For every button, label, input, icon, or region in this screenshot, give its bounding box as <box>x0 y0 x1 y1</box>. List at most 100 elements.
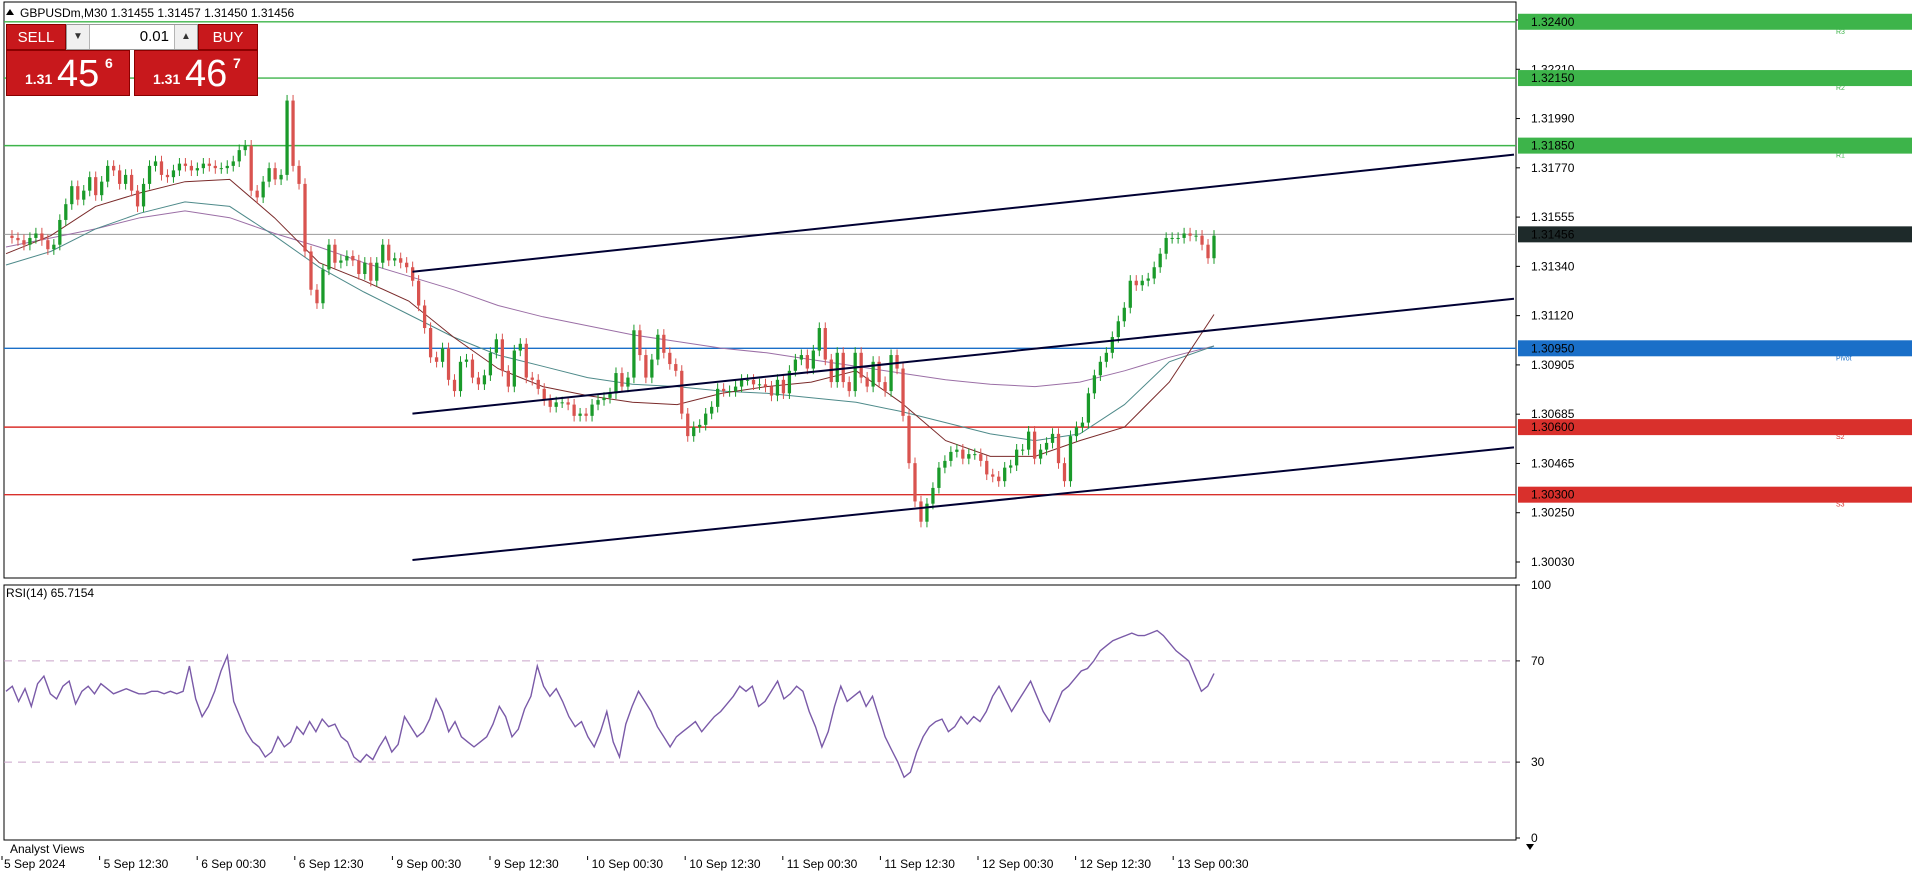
candle-body <box>566 402 570 405</box>
candle-body <box>680 370 684 414</box>
candle-body <box>1164 237 1168 254</box>
lot-size-field[interactable]: ▼ 0.01 ▲ <box>66 24 198 50</box>
candle-body <box>1050 433 1055 443</box>
sell-price-prefix: 1.31 <box>25 71 53 87</box>
sell-price-main: 45 <box>57 53 100 95</box>
candle-body <box>58 219 62 245</box>
candle-body <box>907 415 911 464</box>
chart-end-marker-icon[interactable] <box>1526 844 1534 850</box>
candle-body <box>243 145 247 151</box>
candle-body <box>70 186 74 205</box>
candle-body <box>440 348 445 362</box>
candle-body <box>548 400 552 407</box>
rsi-tick-label: 0 <box>1531 831 1538 845</box>
time-tick-label: 5 Sep 2024 <box>4 857 66 871</box>
candle-body <box>1188 233 1192 236</box>
price-tick-label: 1.31555 <box>1531 210 1575 224</box>
candle-body <box>745 379 750 381</box>
candle-body <box>231 161 235 166</box>
candle-body <box>1044 442 1049 450</box>
time-tick-label: 9 Sep 00:30 <box>396 857 461 871</box>
level-price-label: 1.31850 <box>1531 139 1575 153</box>
candle-body <box>638 330 642 356</box>
candle-body <box>865 377 869 387</box>
buy-button[interactable]: BUY <box>198 24 258 50</box>
level-price-label: 1.32150 <box>1531 71 1575 85</box>
candle-body <box>644 355 648 378</box>
candle-body <box>112 165 116 171</box>
candle-body <box>590 404 594 416</box>
candle-body <box>614 373 618 394</box>
candle-body <box>572 404 576 416</box>
candle-body <box>411 267 415 281</box>
candle-body <box>674 364 678 371</box>
candle-body <box>297 165 301 184</box>
candle-body <box>584 413 588 416</box>
candle-body <box>273 168 277 180</box>
price-tick-label: 1.30030 <box>1531 555 1575 569</box>
candle-body <box>626 377 630 387</box>
candle-body <box>542 388 546 401</box>
candle-body <box>1056 433 1061 464</box>
candle-body <box>949 451 953 461</box>
candle-body <box>1170 237 1174 239</box>
buy-price-prefix: 1.31 <box>153 71 181 87</box>
lot-increase-icon[interactable]: ▲ <box>174 25 197 49</box>
candle-body <box>165 174 170 178</box>
candle-body <box>1116 321 1120 338</box>
price-tick-label: 1.31770 <box>1531 161 1575 175</box>
candle-body <box>399 258 403 263</box>
chart-header: GBPUSDm,M30 1.31455 1.31457 1.31450 1.31… <box>20 6 295 20</box>
candle-body <box>710 406 714 414</box>
one-click-trade-panel: SELL ▼ 0.01 ▲ BUY 1.31 45 6 1.31 46 7 <box>6 24 258 96</box>
candle-body <box>1003 467 1007 482</box>
time-tick-label: 12 Sep 12:30 <box>1080 857 1152 871</box>
candle-body <box>381 244 385 263</box>
candle-body <box>1134 280 1138 286</box>
level-price-label: 1.30600 <box>1531 420 1575 434</box>
price-tick-label: 1.31120 <box>1531 309 1574 323</box>
candle-body <box>781 379 786 394</box>
candle-body <box>763 384 768 387</box>
analyst-views-tab: Analyst Views <box>10 842 84 856</box>
candle-body <box>943 460 947 468</box>
candle-body <box>387 244 391 261</box>
candle-body <box>339 260 343 263</box>
candle-body <box>1194 235 1198 237</box>
candle-body <box>835 352 839 383</box>
price-chart[interactable]: GBPUSDm,M30 1.31455 1.31457 1.31450 1.31… <box>0 0 1916 874</box>
candle-body <box>668 352 672 365</box>
level-name-s3: S3 <box>1836 502 1845 509</box>
candle-body <box>159 161 164 175</box>
candle-body <box>506 370 510 387</box>
candle-body <box>34 233 38 238</box>
lot-size-value[interactable]: 0.01 <box>89 25 175 49</box>
candle-body <box>895 355 899 369</box>
candle-body <box>1122 307 1126 322</box>
level-name-r2: R2 <box>1836 85 1845 92</box>
candle-body <box>973 454 977 456</box>
time-tick-label: 10 Sep 00:30 <box>592 857 664 871</box>
candle-body <box>22 240 26 245</box>
candle-body <box>1128 280 1132 308</box>
sell-button[interactable]: SELL <box>6 24 66 50</box>
candle-body <box>117 170 122 184</box>
candle-body <box>931 487 935 504</box>
candle-body <box>315 289 319 304</box>
candle-body <box>422 305 427 329</box>
lot-decrease-icon[interactable]: ▼ <box>67 25 90 49</box>
candle-body <box>213 165 217 169</box>
time-tick-label: 5 Sep 12:30 <box>104 857 169 871</box>
candle-body <box>458 361 463 392</box>
rsi-tick-label: 100 <box>1531 578 1551 592</box>
sell-price[interactable]: 1.31 45 6 <box>6 50 130 96</box>
level-price-tag <box>1518 137 1912 154</box>
level-price-tag <box>1518 13 1912 30</box>
candle-body <box>1158 253 1162 268</box>
candle-body <box>1038 449 1043 459</box>
buy-price[interactable]: 1.31 46 7 <box>134 50 258 96</box>
candle-body <box>333 244 337 263</box>
time-tick-label: 6 Sep 00:30 <box>201 857 266 871</box>
candle-body <box>817 328 821 351</box>
candle-body <box>889 355 893 392</box>
